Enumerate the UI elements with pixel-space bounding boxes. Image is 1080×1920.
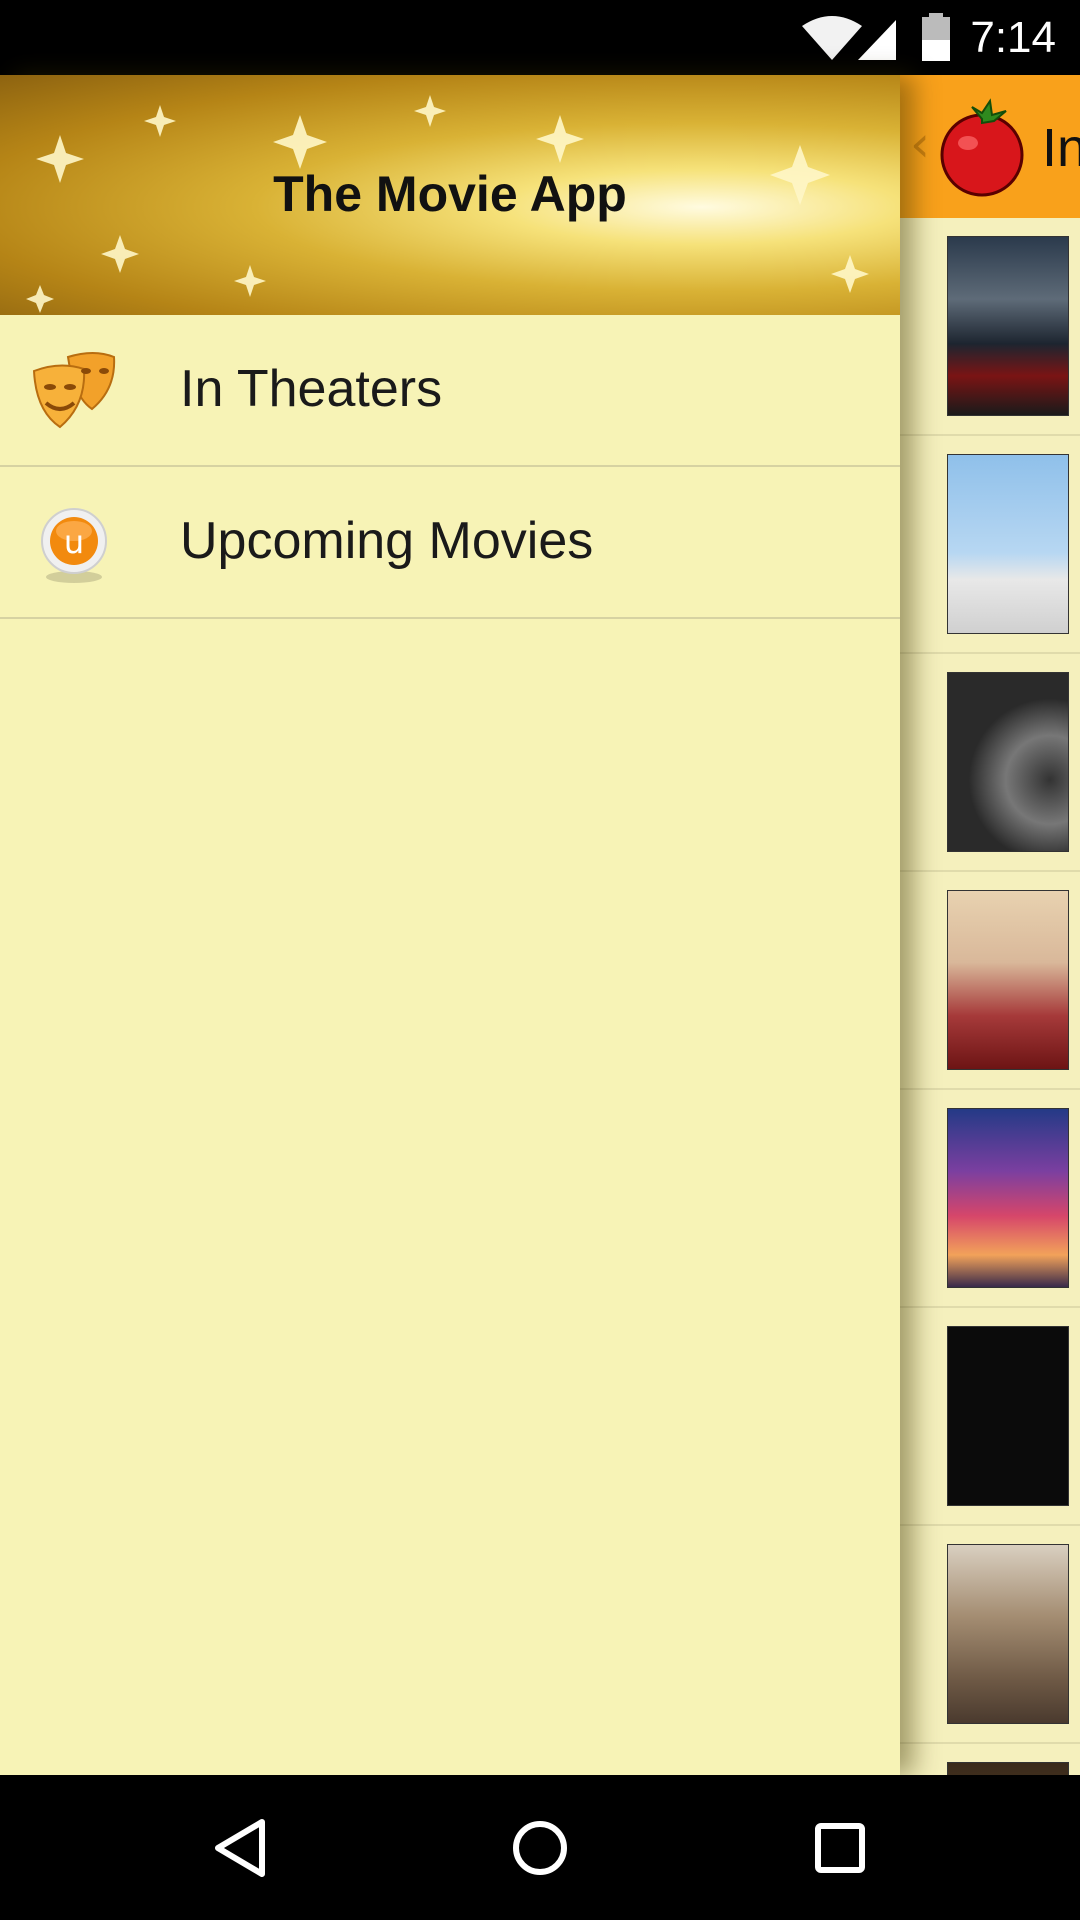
list-item[interactable] bbox=[900, 1090, 1080, 1308]
toolbar-back-chevron-icon[interactable]: ‹ bbox=[910, 115, 930, 173]
movie-poster bbox=[947, 454, 1069, 634]
movie-poster bbox=[947, 1108, 1069, 1288]
drawer-title: The Movie App bbox=[273, 166, 627, 222]
list-item[interactable] bbox=[900, 218, 1080, 436]
status-bar: 7:14 bbox=[0, 0, 1080, 75]
list-item[interactable] bbox=[900, 872, 1080, 1090]
battery-icon bbox=[922, 13, 950, 61]
cell-signal-icon bbox=[858, 20, 896, 60]
navigation-drawer: The Movie App In Theaters u Upcoming Mov… bbox=[0, 75, 900, 1775]
background-app: ‹ In bbox=[900, 75, 1080, 1920]
system-nav-bar bbox=[0, 1775, 1080, 1920]
toolbar-title: In bbox=[1042, 118, 1080, 178]
list-item[interactable] bbox=[900, 1308, 1080, 1526]
upcoming-u-icon: u bbox=[41, 508, 107, 583]
recents-button[interactable] bbox=[740, 1775, 940, 1920]
movie-poster bbox=[947, 672, 1069, 852]
drawer-item-label: Upcoming Movies bbox=[180, 512, 594, 570]
movie-poster bbox=[947, 890, 1069, 1070]
movie-poster bbox=[947, 236, 1069, 416]
list-item[interactable] bbox=[900, 436, 1080, 654]
tomato-logo-icon bbox=[940, 98, 1024, 197]
theater-masks-icon bbox=[32, 352, 116, 429]
back-button[interactable] bbox=[140, 1775, 340, 1920]
movie-poster bbox=[947, 1544, 1069, 1724]
list-item[interactable] bbox=[900, 1526, 1080, 1744]
home-button[interactable] bbox=[440, 1775, 640, 1920]
recents-icon bbox=[815, 1822, 865, 1873]
list-item[interactable] bbox=[900, 654, 1080, 872]
drawer-header: The Movie App bbox=[0, 75, 900, 315]
drawer-item-label: In Theaters bbox=[180, 360, 443, 418]
status-time: 7:14 bbox=[970, 13, 1056, 62]
back-icon bbox=[215, 1818, 265, 1877]
drawer-item-in-theaters[interactable]: In Theaters bbox=[0, 315, 900, 467]
app-toolbar[interactable]: ‹ In bbox=[900, 75, 1080, 218]
screen: 7:14 ‹ In The Movie App In Theaters u Up… bbox=[0, 0, 1080, 1920]
home-icon bbox=[513, 1820, 567, 1875]
movie-poster bbox=[947, 1326, 1069, 1506]
drawer-item-upcoming-movies[interactable]: u Upcoming Movies bbox=[0, 467, 900, 619]
wifi-icon bbox=[802, 16, 862, 60]
svg-text:u: u bbox=[64, 523, 84, 561]
